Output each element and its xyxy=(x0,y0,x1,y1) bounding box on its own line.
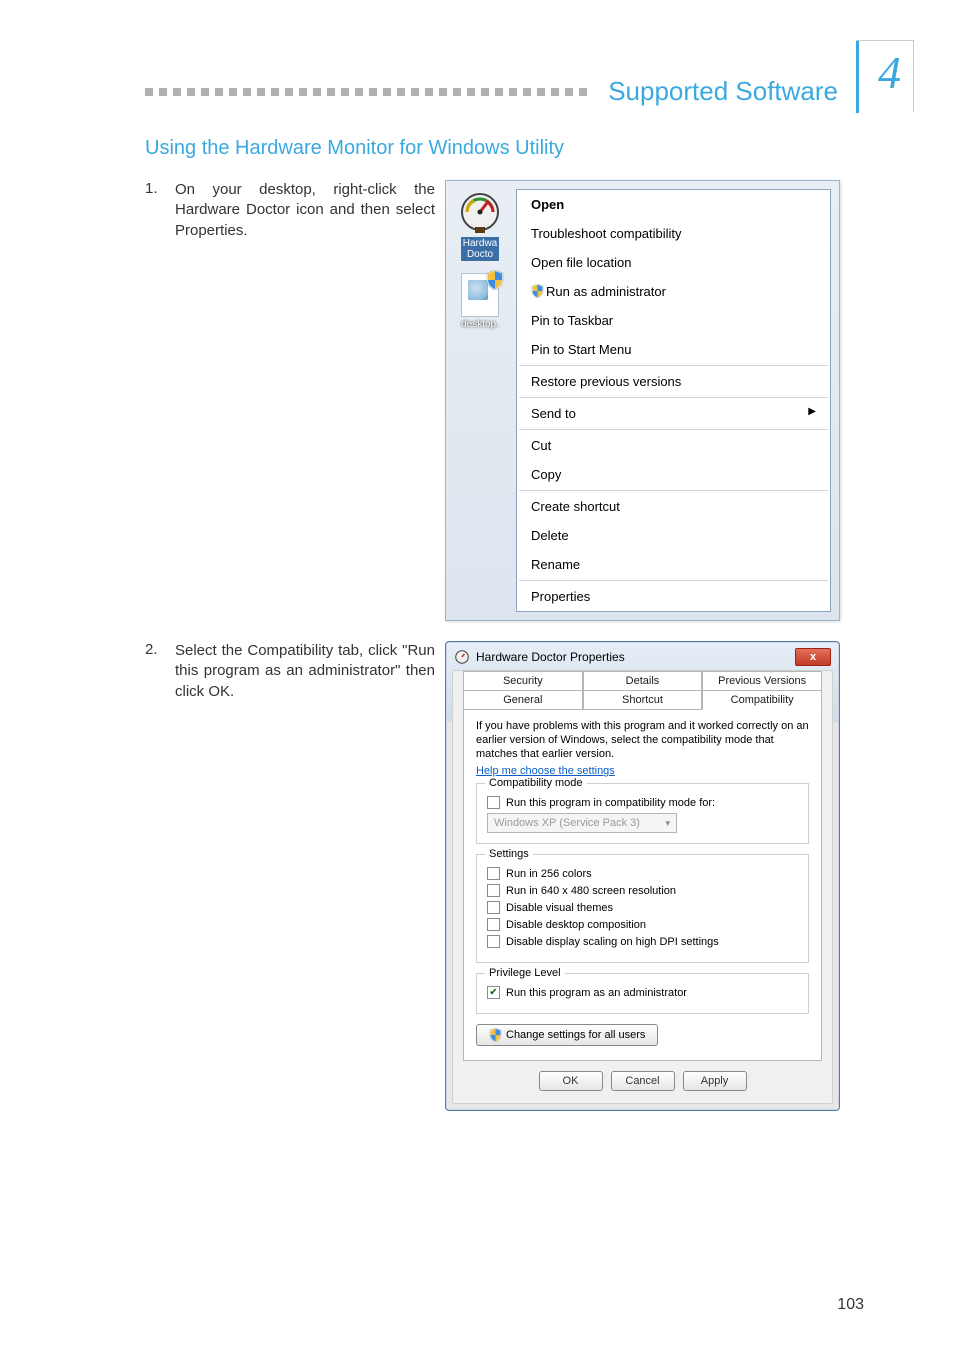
checkbox-640x480[interactable] xyxy=(487,884,500,897)
checkbox-label: Disable desktop composition xyxy=(506,919,646,931)
context-menu: Open Troubleshoot compatibility Open fil… xyxy=(516,189,831,612)
shield-icon xyxy=(489,1028,502,1042)
icon-label: desktop. xyxy=(461,319,499,330)
menu-item-open-file-location[interactable]: Open file location xyxy=(517,248,830,277)
dialog-title: Hardware Doctor Properties xyxy=(476,650,625,664)
menu-separator xyxy=(519,365,828,366)
menu-item-properties[interactable]: Properties xyxy=(517,582,830,611)
shield-icon xyxy=(486,270,504,290)
group-legend: Privilege Level xyxy=(485,967,565,979)
tab-compatibility-body: If you have problems with this program a… xyxy=(463,710,822,1061)
dialog-titlebar[interactable]: Hardware Doctor Properties x xyxy=(446,642,839,670)
tab-security[interactable]: Security xyxy=(463,671,583,691)
menu-item-create-shortcut[interactable]: Create shortcut xyxy=(517,492,830,521)
menu-item-troubleshoot[interactable]: Troubleshoot compatibility xyxy=(517,219,830,248)
menu-item-rename[interactable]: Rename xyxy=(517,550,830,579)
checkbox-label: Run this program as an administrator xyxy=(506,987,687,999)
close-button[interactable]: x xyxy=(795,648,831,666)
desktop-ini-icon[interactable]: desktop. xyxy=(454,273,506,330)
menu-separator xyxy=(519,429,828,430)
menu-item-copy[interactable]: Copy xyxy=(517,460,830,489)
menu-separator xyxy=(519,580,828,581)
menu-separator xyxy=(519,397,828,398)
page-number: 103 xyxy=(837,1296,864,1314)
tab-general[interactable]: General xyxy=(463,690,583,710)
tab-details[interactable]: Details xyxy=(583,671,703,691)
checkbox-label: Run in 256 colors xyxy=(506,868,592,880)
menu-item-run-as-admin[interactable]: Run as administrator xyxy=(517,277,830,306)
apply-button[interactable]: Apply xyxy=(683,1071,747,1091)
tab-shortcut[interactable]: Shortcut xyxy=(583,690,703,710)
shield-icon xyxy=(531,284,544,298)
decorative-dots xyxy=(145,88,594,96)
compat-mode-combo[interactable]: Windows XP (Service Pack 3) ▾ xyxy=(487,813,677,833)
compatibility-mode-group: Compatibility mode Run this program in c… xyxy=(476,783,809,844)
change-settings-all-users-button[interactable]: Change settings for all users xyxy=(476,1024,658,1046)
checkbox-256-colors[interactable] xyxy=(487,867,500,880)
menu-item-label: Run as administrator xyxy=(546,284,666,299)
properties-dialog: Hardware Doctor Properties x Security De… xyxy=(445,641,840,1111)
tab-compatibility[interactable]: Compatibility xyxy=(702,690,822,710)
ini-file-icon xyxy=(461,273,499,317)
step-instruction: Select the Compatibility tab, click "Run… xyxy=(175,641,435,702)
group-legend: Settings xyxy=(485,848,533,860)
hardware-doctor-desktop-icon[interactable]: Hardwa Docto xyxy=(454,189,506,261)
chevron-down-icon: ▾ xyxy=(665,818,670,829)
help-link[interactable]: Help me choose the settings xyxy=(476,765,615,777)
settings-group: Settings Run in 256 colors Run in 640 x … xyxy=(476,854,809,963)
icon-label: Hardwa Docto xyxy=(461,237,499,261)
menu-separator xyxy=(519,490,828,491)
compatibility-description: If you have problems with this program a… xyxy=(476,720,809,761)
step-number: 1. xyxy=(145,180,171,197)
step-number: 2. xyxy=(145,641,171,658)
menu-item-restore[interactable]: Restore previous versions xyxy=(517,367,830,396)
group-legend: Compatibility mode xyxy=(485,777,587,789)
menu-item-send-to[interactable]: Send to ▶ xyxy=(517,399,830,428)
chapter-title: Supported Software xyxy=(594,76,864,107)
checkbox-run-as-admin[interactable] xyxy=(487,986,500,999)
menu-item-delete[interactable]: Delete xyxy=(517,521,830,550)
checkbox-label: Run this program in compatibility mode f… xyxy=(506,797,715,809)
tab-previous-versions[interactable]: Previous Versions xyxy=(702,671,822,691)
gauge-icon xyxy=(454,649,470,665)
menu-item-cut[interactable]: Cut xyxy=(517,431,830,460)
button-label: Change settings for all users xyxy=(506,1029,645,1041)
checkbox-disable-dpi-scaling[interactable] xyxy=(487,935,500,948)
combo-value: Windows XP (Service Pack 3) xyxy=(494,817,640,829)
checkbox-label: Run in 640 x 480 screen resolution xyxy=(506,885,676,897)
checkbox-disable-composition[interactable] xyxy=(487,918,500,931)
step-instruction: On your desktop, right-click the Hardwar… xyxy=(175,180,435,241)
close-icon: x xyxy=(810,651,816,663)
context-menu-screenshot: Hardwa Docto desktop. xyxy=(445,180,840,621)
checkbox-compat-mode[interactable] xyxy=(487,796,500,809)
ok-button[interactable]: OK xyxy=(539,1071,603,1091)
submenu-arrow-icon: ▶ xyxy=(808,406,816,417)
section-title: Using the Hardware Monitor for Windows U… xyxy=(145,137,864,160)
menu-item-pin-taskbar[interactable]: Pin to Taskbar xyxy=(517,306,830,335)
checkbox-label: Disable display scaling on high DPI sett… xyxy=(506,936,719,948)
menu-item-open[interactable]: Open xyxy=(517,190,830,219)
menu-item-label: Send to xyxy=(531,406,576,421)
checkbox-disable-themes[interactable] xyxy=(487,901,500,914)
menu-item-pin-start[interactable]: Pin to Start Menu xyxy=(517,335,830,364)
checkbox-label: Disable visual themes xyxy=(506,902,613,914)
privilege-level-group: Privilege Level Run this program as an a… xyxy=(476,973,809,1014)
chapter-header: Supported Software xyxy=(145,76,864,107)
gauge-icon xyxy=(457,189,503,235)
chapter-number-badge: 4 xyxy=(856,40,914,112)
cancel-button[interactable]: Cancel xyxy=(611,1071,675,1091)
